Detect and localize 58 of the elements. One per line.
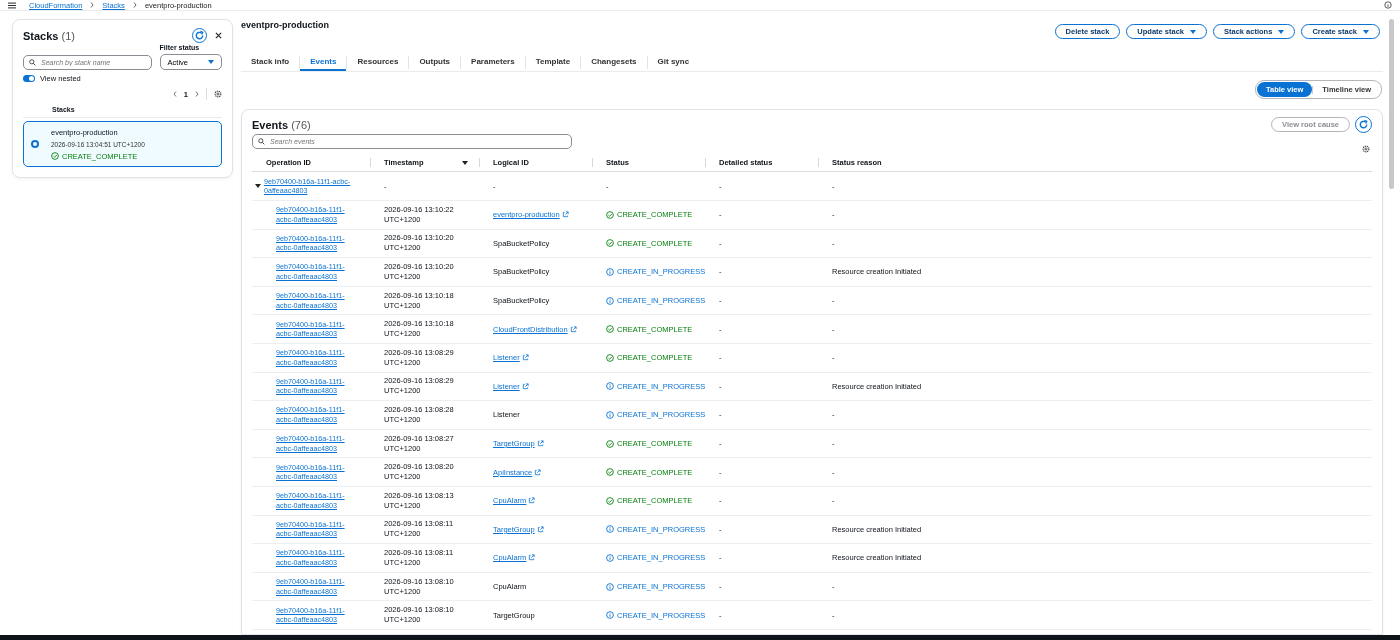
tab[interactable]: Changesets: [581, 54, 647, 71]
stack-title: eventpro-production: [241, 20, 329, 30]
external-link-icon: [521, 354, 529, 362]
chevron-left-icon[interactable]: [172, 91, 177, 97]
info-icon: [606, 525, 614, 534]
check-circle-icon: [606, 325, 614, 334]
external-link-icon: [534, 468, 542, 476]
chevron-right-icon[interactable]: [195, 91, 199, 97]
chevron-right-icon: [90, 2, 95, 8]
external-link-icon: [536, 525, 544, 533]
menu-icon[interactable]: [8, 1, 16, 9]
settings-icon[interactable]: [1362, 145, 1370, 153]
external-link-icon: [528, 554, 536, 562]
chevron-right-icon: [132, 2, 137, 8]
tab[interactable]: Outputs: [409, 54, 461, 71]
check-circle-icon: [51, 152, 59, 160]
caret-down-icon[interactable]: [255, 184, 261, 188]
external-link-icon: [536, 440, 544, 448]
info-icon[interactable]: [1384, 1, 1392, 9]
external-link-icon: [569, 325, 577, 333]
tab[interactable]: Stack info: [241, 54, 300, 71]
info-icon: [606, 611, 614, 620]
external-link-icon: [561, 211, 569, 219]
caret-down-icon: [1190, 29, 1196, 34]
toggle-switch[interactable]: [23, 75, 35, 82]
search-icon: [258, 138, 265, 145]
caret-down-icon: [1363, 29, 1369, 34]
refresh-icon: [194, 30, 205, 41]
caret-down-icon: [1278, 29, 1285, 34]
radio-button[interactable]: [31, 140, 39, 148]
info-icon: [606, 410, 614, 419]
check-circle-icon: [606, 239, 614, 248]
check-circle-icon: [606, 496, 614, 505]
check-circle-icon: [606, 210, 614, 219]
card-title: Events (76): [252, 118, 311, 131]
info-icon: [606, 553, 614, 562]
panel-title: Stacks (1): [23, 29, 75, 42]
refresh-button[interactable]: [192, 28, 207, 43]
check-circle-icon: [606, 468, 614, 477]
refresh-icon: [1358, 119, 1369, 130]
info-icon: [606, 582, 614, 591]
info-icon: [606, 296, 614, 305]
search-icon: [29, 59, 36, 66]
tab[interactable]: Git sync: [647, 54, 700, 71]
caret-down-icon: [208, 60, 214, 64]
tab[interactable]: Parameters: [461, 54, 525, 71]
tab[interactable]: Template: [525, 54, 581, 71]
settings-icon[interactable]: [214, 90, 222, 98]
refresh-button[interactable]: [1355, 116, 1372, 133]
close-icon[interactable]: [215, 32, 222, 39]
sort-descending-icon[interactable]: [462, 160, 468, 165]
tab[interactable]: Resources: [347, 54, 409, 71]
external-link-icon: [528, 497, 536, 505]
info-icon: [606, 268, 614, 276]
check-circle-icon: [606, 353, 614, 362]
info-icon: [606, 382, 614, 391]
external-link-icon: [521, 382, 529, 390]
check-circle-icon: [606, 439, 614, 448]
